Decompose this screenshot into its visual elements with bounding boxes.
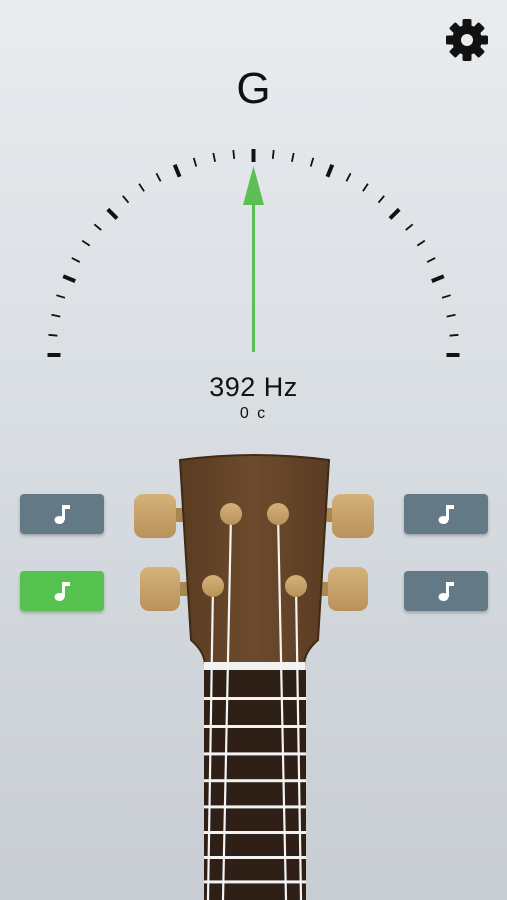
gauge-tick: [309, 157, 315, 167]
headstock-body: [178, 454, 331, 667]
string-post: [220, 503, 242, 525]
string-post: [285, 575, 307, 597]
gauge-tick: [172, 163, 182, 178]
gauge-tick: [449, 333, 459, 337]
music-note-icon: [438, 582, 454, 601]
gauge-tick: [388, 207, 401, 220]
fret: [204, 697, 306, 700]
gauge-tick: [441, 294, 451, 299]
tuning-peg: [328, 567, 368, 611]
fret: [204, 880, 306, 884]
gauge-tick: [325, 163, 335, 178]
gauge-tick: [446, 313, 456, 318]
tuning-needle: [243, 166, 264, 352]
gauge-tick: [362, 183, 369, 192]
tuning-peg: [140, 567, 180, 611]
fret: [204, 752, 306, 756]
fret: [204, 831, 306, 834]
gauge-tick: [426, 257, 436, 263]
cents-readout: 0 c: [239, 405, 268, 422]
frequency-readout: 392 Hz: [209, 372, 298, 402]
gauge-tick: [93, 223, 102, 231]
gauge-tick: [56, 294, 66, 299]
gauge-tick: [212, 152, 216, 162]
fret: [204, 856, 306, 859]
gauge-tick: [232, 149, 236, 159]
music-note-icon: [54, 582, 70, 601]
fret: [204, 725, 306, 728]
music-note-icon: [54, 505, 70, 524]
gauge-tick: [122, 195, 130, 204]
gauge-tick: [106, 207, 119, 220]
gauge-tick: [81, 239, 91, 247]
nut: [204, 662, 305, 670]
gauge-tick: [192, 157, 198, 167]
gauge-tick: [416, 239, 426, 247]
gauge-tick: [345, 172, 352, 182]
gauge-tick: [51, 313, 61, 318]
gauge-tick: [155, 172, 162, 182]
string-button-top-right[interactable]: [404, 494, 488, 534]
fret: [204, 779, 306, 783]
fretboard: [204, 670, 306, 900]
gauge-tick: [431, 274, 445, 283]
fret: [204, 805, 306, 809]
string-button-bottom-right[interactable]: [404, 571, 488, 611]
tuning-peg: [332, 494, 374, 538]
gauge-tick: [48, 333, 58, 337]
gauge-tick: [405, 223, 414, 231]
tuner-gauge: [47, 149, 460, 357]
music-note-icon: [438, 505, 454, 524]
gauge-tick: [271, 149, 275, 159]
string-post: [202, 575, 224, 597]
gauge-tick: [71, 257, 81, 263]
string-post: [267, 503, 289, 525]
string-button-bottom-left[interactable]: [20, 571, 104, 611]
gauge-tick: [377, 195, 385, 204]
gauge-tick: [138, 183, 145, 192]
gauge-tick: [62, 274, 76, 283]
string-button-top-left[interactable]: [20, 494, 104, 534]
detected-note: G: [236, 64, 271, 113]
gauge-tick: [291, 152, 295, 162]
tuning-peg: [134, 494, 176, 538]
